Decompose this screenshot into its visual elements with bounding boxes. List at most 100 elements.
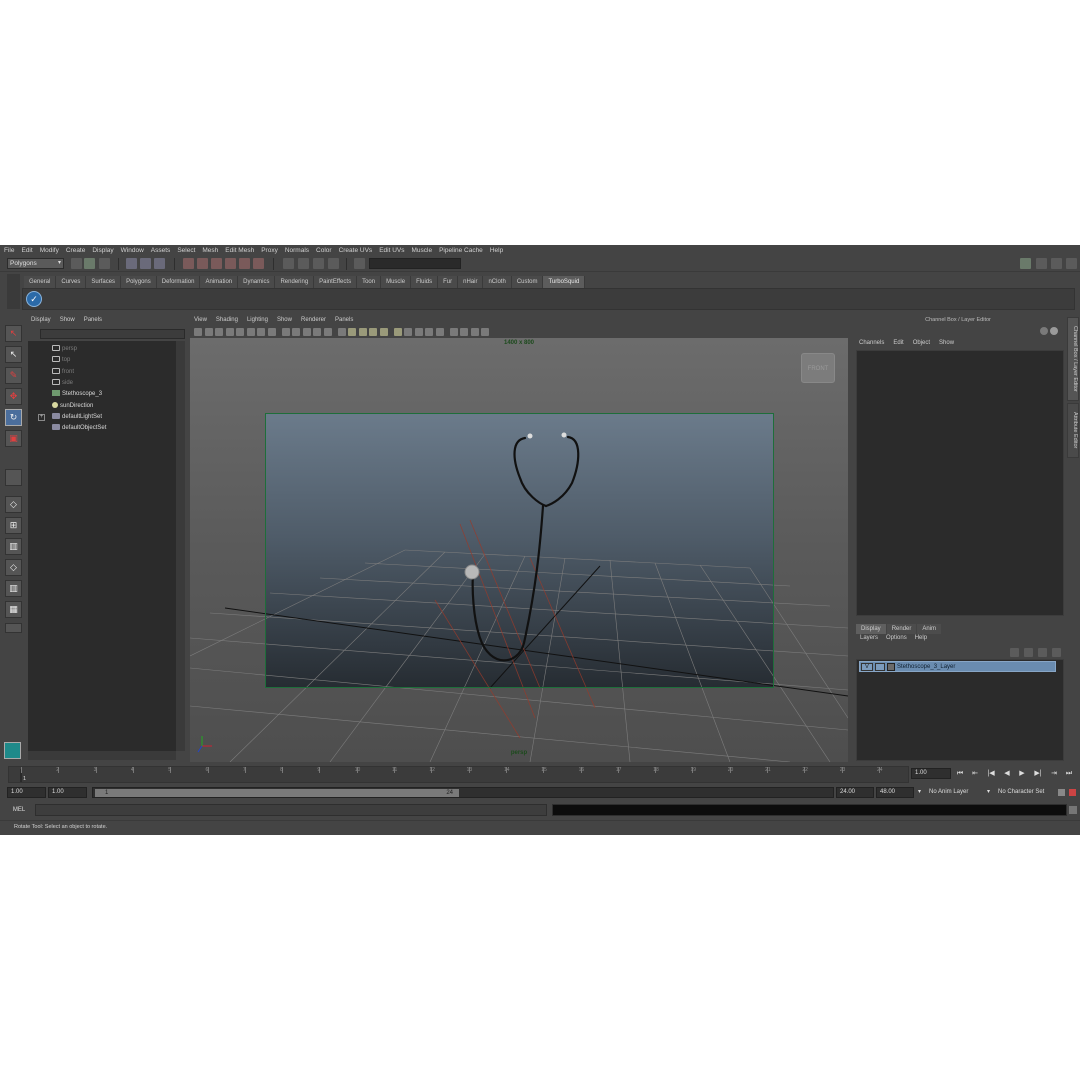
layer-row[interactable]: V Stethoscope_3_Layer — [859, 661, 1056, 672]
menu-mesh[interactable]: Mesh — [202, 247, 218, 254]
perspective-viewport[interactable]: 1400 x 800 FRONT persp — [190, 338, 848, 762]
snap-curve-icon[interactable] — [197, 258, 208, 269]
shelf-tab-dynamics[interactable]: Dynamics — [238, 276, 276, 288]
outliner-filter-field[interactable] — [40, 329, 185, 339]
layout-options-icon[interactable] — [5, 623, 22, 633]
history-icon[interactable] — [283, 258, 294, 269]
menu-muscle[interactable]: Muscle — [411, 247, 432, 254]
view-cube[interactable]: FRONT — [801, 353, 835, 383]
outliner-item[interactable]: + defaultLightSet — [28, 412, 176, 423]
menu-display[interactable]: Display — [92, 247, 113, 254]
channel-menu-show[interactable]: Show — [939, 340, 954, 350]
move-tool-icon[interactable]: ✥ — [5, 388, 22, 405]
render-settings-icon[interactable] — [328, 258, 339, 269]
outliner-menu-show[interactable]: Show — [60, 317, 75, 327]
tab-attribute-editor[interactable]: Attribute Editor — [1067, 403, 1079, 458]
isolate-select-icon[interactable] — [449, 328, 458, 336]
go-to-start-icon[interactable]: ⏮ — [953, 769, 967, 779]
motion-blur-icon[interactable] — [414, 328, 423, 336]
animation-start-field[interactable]: 1.00 — [7, 787, 46, 798]
bookmarks-icon[interactable] — [215, 328, 223, 336]
select-object-icon[interactable] — [140, 258, 151, 269]
shelf-tab-fur[interactable]: Fur — [438, 276, 459, 288]
menu-proxy[interactable]: Proxy — [261, 247, 278, 254]
shelf-tab-fluids[interactable]: Fluids — [411, 276, 439, 288]
shelf-tab-nhair[interactable]: nHair — [458, 276, 484, 288]
rotate-tool-icon[interactable]: ↻ — [5, 409, 22, 426]
shelf-tab-surfaces[interactable]: Surfaces — [86, 276, 122, 288]
shelf-tab-rendering[interactable]: Rendering — [275, 276, 315, 288]
tab-channel-box[interactable]: Channel Box / Layer Editor — [1067, 317, 1079, 401]
camera-attributes-icon[interactable] — [204, 328, 213, 336]
tool-settings-toggle-icon[interactable] — [1051, 258, 1062, 269]
depth-of-field-icon[interactable] — [435, 328, 444, 336]
menu-window[interactable]: Window — [121, 247, 144, 254]
menu-create-uvs[interactable]: Create UVs — [339, 247, 373, 254]
channel-menu-object[interactable]: Object — [913, 340, 930, 350]
viewport-menu-view[interactable]: View — [194, 317, 207, 327]
layer-tab-render[interactable]: Render — [886, 624, 917, 634]
viewport-menu-renderer[interactable]: Renderer — [301, 317, 326, 327]
menu-edit[interactable]: Edit — [21, 247, 32, 254]
menu-pipeline-cache[interactable]: Pipeline Cache — [439, 247, 483, 254]
outliner-item[interactable]: side — [28, 378, 176, 389]
film-gate-icon[interactable] — [267, 328, 276, 336]
xray-joints-icon[interactable] — [470, 328, 479, 336]
shelf-tab-animation[interactable]: Animation — [200, 276, 239, 288]
viewport-menu-lighting[interactable]: Lighting — [247, 317, 268, 327]
menu-edit-uvs[interactable]: Edit UVs — [379, 247, 404, 254]
make-live-icon[interactable] — [239, 258, 250, 269]
shelf-tab-toon[interactable]: Toon — [357, 276, 382, 288]
input-mode-icon[interactable] — [354, 258, 365, 269]
menu-file[interactable]: File — [4, 247, 14, 254]
playback-end-field[interactable]: 24.00 — [836, 787, 874, 798]
shelf-tab-curves[interactable]: Curves — [56, 276, 87, 288]
multisample-aa-icon[interactable] — [425, 328, 433, 336]
xray-components-icon[interactable] — [481, 328, 489, 336]
command-input[interactable] — [35, 804, 547, 816]
modeling-toolkit-icon[interactable] — [1020, 258, 1031, 269]
smooth-shade-icon[interactable] — [348, 328, 356, 336]
layer-visibility-toggle[interactable]: V — [861, 663, 873, 671]
safe-action-icon[interactable] — [313, 328, 321, 336]
layer-tab-display[interactable]: Display — [856, 624, 886, 634]
textured-icon[interactable] — [369, 328, 377, 336]
new-layer-selected-icon[interactable] — [1052, 648, 1061, 657]
outliner-item[interactable]: front — [28, 367, 176, 378]
select-hierarchy-icon[interactable] — [126, 258, 137, 269]
shelf-tab-painteffects[interactable]: PaintEffects — [314, 276, 358, 288]
xray-icon[interactable] — [460, 328, 468, 336]
safe-title-icon[interactable] — [323, 328, 332, 336]
use-all-lights-icon[interactable] — [379, 328, 388, 336]
open-scene-icon[interactable] — [84, 258, 95, 269]
hypershade-icon[interactable] — [4, 742, 21, 759]
magnet-icon[interactable] — [253, 258, 264, 269]
playback-start-field[interactable]: 1.00 — [48, 787, 87, 798]
field-chart-icon[interactable] — [302, 328, 311, 336]
command-language-toggle[interactable]: MEL — [8, 804, 30, 816]
turbosquid-check-icon[interactable]: ✓ — [26, 291, 42, 307]
range-slider-thumb[interactable]: 1 24 — [95, 789, 459, 797]
new-scene-icon[interactable] — [71, 258, 82, 269]
resolution-gate-icon[interactable] — [281, 328, 290, 336]
lasso-tool-icon[interactable]: ↖ — [5, 346, 22, 363]
viewport-menu-show[interactable]: Show — [277, 317, 292, 327]
go-to-end-icon[interactable]: ⏭ — [1062, 769, 1076, 779]
anim-prefs-icon[interactable] — [1069, 789, 1076, 796]
outliner-item[interactable]: Stethoscope_3 — [28, 389, 176, 400]
menu-help[interactable]: Help — [490, 247, 503, 254]
layer-menu-layers[interactable]: Layers — [860, 635, 878, 645]
outliner-item[interactable]: persp — [28, 344, 176, 355]
channel-menu-edit[interactable]: Edit — [893, 340, 903, 350]
menu-create[interactable]: Create — [66, 247, 86, 254]
play-forwards-icon[interactable]: ▶ — [1015, 769, 1029, 779]
gate-mask-icon[interactable] — [292, 328, 300, 336]
outliner-persp-layout-icon[interactable]: ▥ — [5, 538, 22, 555]
new-empty-layer-icon[interactable] — [1038, 648, 1047, 657]
move-layer-down-icon[interactable] — [1024, 648, 1033, 657]
character-set-select[interactable]: No Character Set — [998, 787, 1044, 798]
snap-view-plane-icon[interactable] — [225, 258, 236, 269]
step-forward-key-icon[interactable]: ▶| — [1031, 769, 1045, 779]
menu-assets[interactable]: Assets — [151, 247, 171, 254]
menu-edit-mesh[interactable]: Edit Mesh — [225, 247, 254, 254]
